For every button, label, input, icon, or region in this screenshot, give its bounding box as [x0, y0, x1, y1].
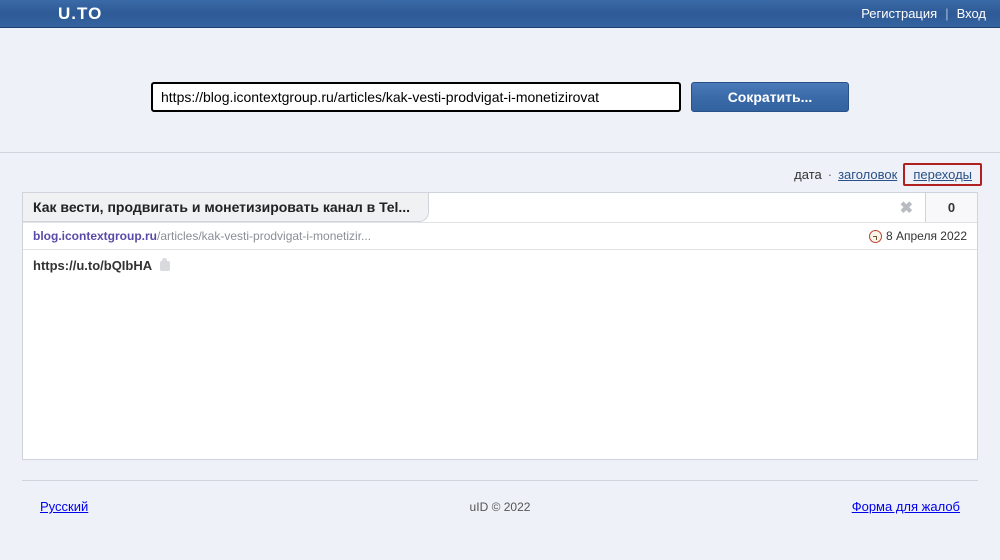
item-header-row: Как вести, продвигать и монетизировать к…: [23, 193, 977, 223]
clicks-count: 0: [925, 193, 977, 222]
sort-title-link[interactable]: заголовок: [838, 167, 897, 182]
header-auth-links: Регистрация | Вход: [861, 6, 986, 21]
copyright: uID © 2022: [470, 500, 531, 514]
dot-separator: ·: [828, 167, 832, 182]
short-url-text[interactable]: https://u.to/bQIbHA: [33, 258, 152, 273]
sort-date[interactable]: дата: [794, 167, 822, 182]
separator: |: [945, 6, 948, 21]
shorten-form: Сократить...: [0, 28, 1000, 152]
url-list-panel: Как вести, продвигать и монетизировать к…: [22, 192, 978, 460]
footer: Русский uID © 2022 Форма для жалоб: [0, 481, 1000, 514]
date-block: 8 Апреля 2022: [869, 229, 967, 243]
logo[interactable]: U.TO: [58, 4, 102, 24]
register-link[interactable]: Регистрация: [861, 6, 937, 21]
sort-clicks-highlight: переходы: [903, 163, 982, 186]
url-input[interactable]: [151, 82, 681, 112]
short-url-row: https://u.to/bQIbHA: [23, 250, 977, 281]
language-link[interactable]: Русский: [40, 499, 88, 514]
sort-bar: дата · заголовок переходы: [0, 153, 1000, 192]
shorten-button[interactable]: Сократить...: [691, 82, 849, 112]
puzzle-icon[interactable]: [158, 259, 172, 273]
url-path: /articles/kak-vesti-prodvigat-i-monetizi…: [157, 229, 371, 243]
item-title-tab[interactable]: Как вести, продвигать и монетизировать к…: [23, 193, 429, 222]
clock-icon: [869, 230, 882, 243]
date-text: 8 Апреля 2022: [886, 229, 967, 243]
original-url[interactable]: blog.icontextgroup.ru/articles/kak-vesti…: [33, 229, 371, 243]
url-domain: blog.icontextgroup.ru: [33, 229, 157, 243]
login-link[interactable]: Вход: [957, 6, 986, 21]
top-header: U.TO Регистрация | Вход: [0, 0, 1000, 28]
item-header-right: ✖ 0: [888, 193, 977, 222]
sort-clicks-link[interactable]: переходы: [913, 167, 972, 182]
close-icon[interactable]: ✖: [888, 198, 925, 218]
complaint-link[interactable]: Форма для жалоб: [852, 499, 960, 514]
item-meta-row: blog.icontextgroup.ru/articles/kak-vesti…: [23, 223, 977, 250]
